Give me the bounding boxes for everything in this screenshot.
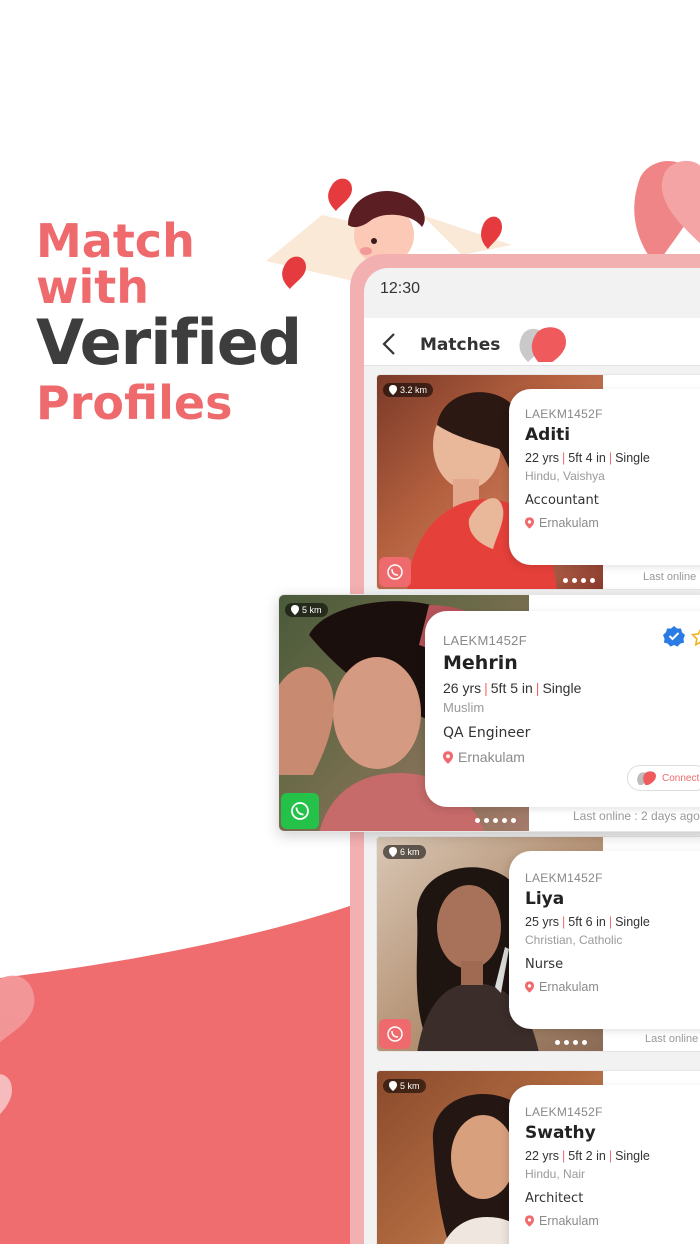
profile-job: Accountant — [525, 493, 599, 508]
status-time: 12:30 — [380, 280, 421, 297]
profile-religion: Christian, Catholic — [525, 933, 623, 947]
headline-line-3: Verified — [36, 306, 302, 379]
photo-pagination-dots[interactable] — [555, 1040, 587, 1045]
headline-line-2: with — [36, 260, 150, 314]
profile-card[interactable]: 6 km LAEKM1452F Liya 25 yrs | 5ft 6 in | Sin… — [376, 836, 700, 1052]
photo-pagination-dots[interactable] — [475, 818, 516, 823]
last-online: Last online — [643, 571, 697, 583]
photo-pagination-dots[interactable] — [563, 578, 595, 583]
call-button[interactable] — [379, 1019, 411, 1049]
app-bar: Matches — [364, 318, 700, 366]
last-online: Last online — [645, 1033, 699, 1045]
distance-value: 5 km — [400, 1081, 420, 1091]
featured-profile-card[interactable]: 5 km LAEKM1452F Mehrin 26 yrs | 5ft 5 in | S… — [278, 594, 700, 832]
headline-line-1: Match — [36, 214, 195, 268]
headline: Match with Verified Profiles — [36, 214, 302, 430]
profile-marital-status: Single — [615, 451, 650, 465]
hearts-logo-icon — [519, 327, 566, 362]
profile-job: QA Engineer — [443, 725, 531, 741]
profile-location: Ernakulam — [443, 749, 700, 765]
call-button[interactable] — [379, 557, 411, 587]
location-pin-icon — [389, 847, 397, 857]
profile-location: Ernakulam — [525, 516, 700, 530]
profile-name: Swathy — [525, 1123, 596, 1143]
profile-age: 26 yrs — [443, 680, 482, 696]
phone-call-icon — [387, 1026, 403, 1042]
profile-location: Ernakulam — [525, 1214, 700, 1228]
location-pin-icon — [525, 517, 534, 529]
profile-height: 5ft 2 in — [568, 1149, 606, 1163]
phone-call-icon — [387, 564, 403, 580]
location-text: Ernakulam — [539, 980, 599, 994]
profile-location: Ernakulam — [525, 980, 700, 994]
connect-button[interactable]: Connect — [627, 765, 700, 791]
profile-religion: Hindu, Nair — [525, 1167, 586, 1181]
profile-job: Nurse — [525, 957, 564, 972]
location-text: Ernakulam — [539, 1214, 599, 1228]
profile-job: Architect — [525, 1191, 584, 1206]
page-title: Matches — [420, 335, 501, 355]
hearts-icon — [637, 771, 656, 785]
last-online: Last online : 2 days ago — [573, 809, 700, 823]
profile-marital-status: Single — [615, 1149, 650, 1163]
distance-value: 6 km — [400, 847, 420, 857]
location-pin-icon — [389, 385, 397, 395]
profile-card[interactable]: 5 km LAEKM1452F Swathy 22 yrs | 5ft 2 in | S… — [376, 1070, 700, 1244]
location-pin-icon — [291, 605, 299, 615]
distance-badge: 5 km — [383, 1079, 426, 1093]
profile-age: 22 yrs — [525, 1149, 560, 1163]
profile-summary: 25 yrs | 5ft 6 in | Single — [525, 915, 650, 929]
profile-id: LAEKM1452F — [525, 871, 603, 885]
connect-label: Connect — [662, 772, 700, 784]
location-pin-icon — [525, 981, 534, 993]
profile-id: LAEKM1452F — [443, 633, 527, 648]
whatsapp-icon — [291, 802, 309, 820]
location-text: Ernakulam — [539, 516, 599, 530]
profile-info-panel: LAEKM1452F Swathy 22 yrs | 5ft 2 in | Single… — [509, 1085, 700, 1244]
profile-info-panel: LAEKM1452F Liya 25 yrs | 5ft 6 in | Single C… — [509, 851, 700, 1029]
profile-age: 25 yrs — [525, 915, 560, 929]
location-text: Ernakulam — [458, 749, 525, 765]
distance-badge: 6 km — [383, 845, 426, 859]
profile-marital-status: Single — [615, 915, 650, 929]
distance-value: 5 km — [302, 605, 322, 615]
profile-id: LAEKM1452F — [525, 407, 603, 421]
profile-marital-status: Single — [542, 680, 582, 696]
profile-height: 5ft 5 in — [490, 680, 533, 696]
distance-badge: 3.2 km — [383, 383, 434, 397]
distance-badge: 5 km — [285, 603, 328, 617]
verified-badge-icon — [663, 626, 685, 647]
profile-id: LAEKM1452F — [525, 1105, 603, 1119]
profile-info-panel: LAEKM1452F Mehrin 26 yrs | 5ft 5 in | Single… — [425, 611, 700, 807]
profile-summary: 22 yrs | 5ft 4 in | Single — [525, 451, 650, 465]
whatsapp-button[interactable] — [281, 793, 319, 829]
profile-info-panel: LAEKM1452F Aditi 22 yrs | 5ft 4 in | Single … — [509, 389, 700, 565]
location-pin-icon — [389, 1081, 397, 1091]
profile-summary: 26 yrs | 5ft 5 in | Single — [443, 680, 582, 696]
profile-card[interactable]: 3.2 km LAEKM1452F Aditi 22 yrs | 5ft 4 in |… — [376, 374, 700, 590]
profile-name: Aditi — [525, 425, 571, 445]
profile-name: Liya — [525, 889, 565, 909]
location-pin-icon — [525, 1215, 534, 1227]
distance-value: 3.2 km — [400, 385, 428, 395]
profile-religion: Hindu, Vaishya — [525, 469, 605, 483]
profile-height: 5ft 4 in — [568, 451, 606, 465]
profile-summary: 22 yrs | 5ft 2 in | Single — [525, 1149, 650, 1163]
favorite-star-icon[interactable] — [691, 627, 700, 647]
profile-age: 22 yrs — [525, 451, 560, 465]
profile-religion: Muslim — [443, 700, 485, 715]
headline-line-4: Profiles — [36, 376, 233, 430]
profile-height: 5ft 6 in — [568, 915, 606, 929]
location-pin-icon — [443, 750, 453, 764]
back-arrow-icon[interactable] — [380, 332, 400, 356]
profile-name: Mehrin — [443, 652, 518, 674]
